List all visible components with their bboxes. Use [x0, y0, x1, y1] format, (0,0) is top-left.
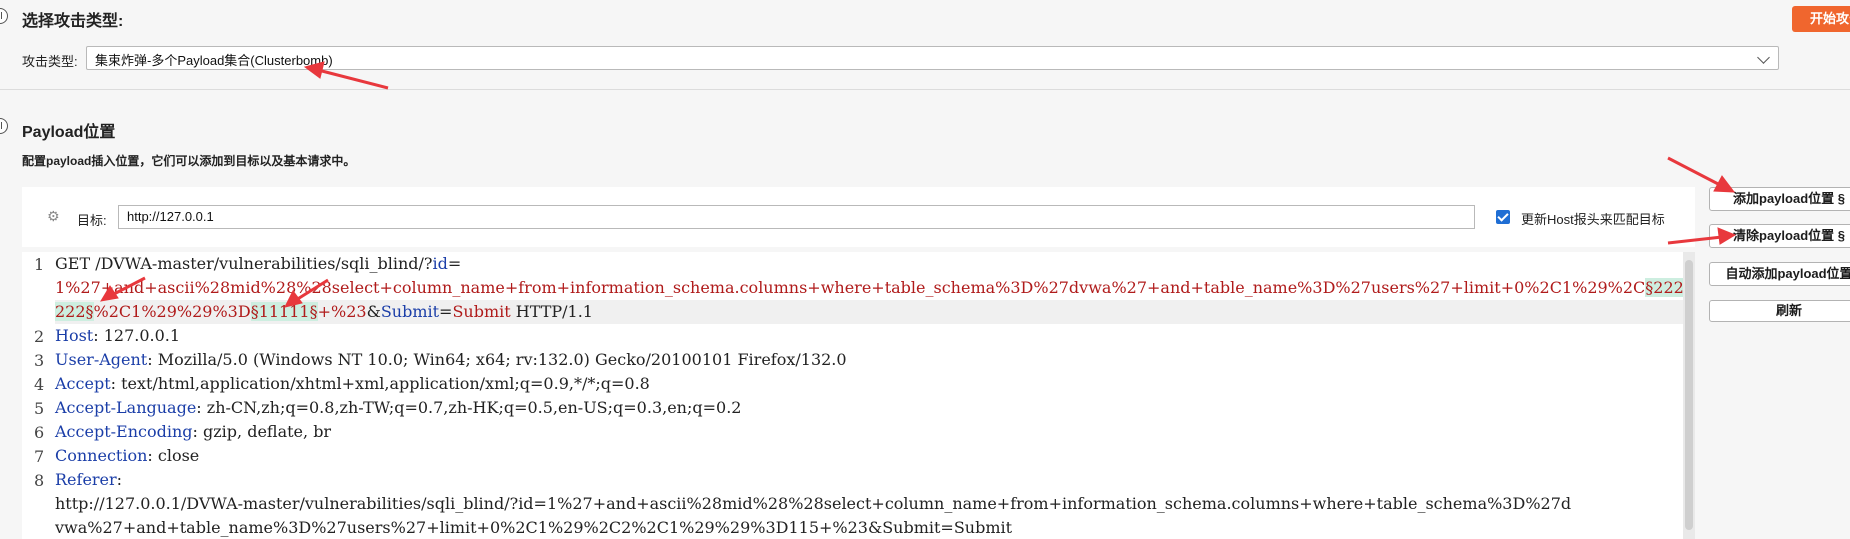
- annotation-arrow: [284, 278, 329, 308]
- annotation-arrow: [1667, 156, 1736, 193]
- annotation-arrow: [100, 276, 146, 302]
- annotation-arrow: [1667, 227, 1737, 245]
- annotation-arrow: [303, 61, 389, 90]
- annotation-arrows: [100, 61, 1737, 308]
